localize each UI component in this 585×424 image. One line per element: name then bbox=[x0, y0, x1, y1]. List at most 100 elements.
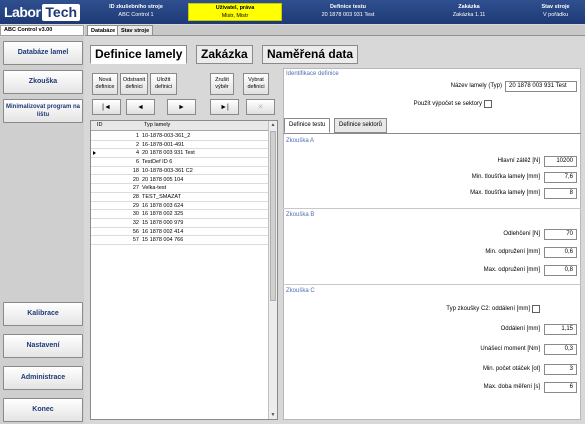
header-order-title: Zakázka bbox=[458, 4, 480, 10]
list-item-id: 27 bbox=[132, 185, 139, 192]
scrollbar-thumb[interactable] bbox=[270, 131, 276, 301]
min-thickness-input[interactable]: 7,6 bbox=[544, 172, 577, 183]
nav-minimize-button[interactable]: Minimalizovat program na lištu bbox=[3, 99, 83, 123]
header-machine-status: Stav stroje V pořádku bbox=[528, 3, 583, 21]
header-test-definition: Definice testu 20 1878 003 931 Test bbox=[286, 3, 410, 21]
use-sectors-checkbox[interactable] bbox=[484, 100, 492, 108]
header-order-value: Zakázka 1.11 bbox=[452, 12, 486, 18]
nav-exit-button[interactable]: Konec bbox=[3, 398, 83, 422]
list-item[interactable]: 30 16 1878 002 325 bbox=[91, 210, 268, 219]
logo-labor-text: Labor bbox=[4, 4, 41, 20]
list-item[interactable]: 20 20 1878 005 104 bbox=[91, 176, 268, 185]
first-record-button[interactable]: |◄ bbox=[92, 99, 121, 115]
max-measure-time-input[interactable]: 6 bbox=[544, 382, 577, 393]
test-a-title: Zkouška A bbox=[286, 138, 315, 144]
main-load-label: Hlavní zátěž [N] bbox=[497, 158, 540, 164]
max-spring-input[interactable]: 0,8 bbox=[544, 265, 577, 276]
test-c2-type-checkbox[interactable] bbox=[532, 305, 540, 313]
list-item-id: 28 bbox=[132, 193, 139, 200]
list-item-type: TEST_SMAZAT bbox=[142, 193, 182, 200]
next-record-button[interactable]: ► bbox=[167, 99, 196, 115]
app-header: Labor Tech ID zkušebního stroje ABC Cont… bbox=[0, 0, 585, 24]
main-load-input[interactable]: 10200 bbox=[544, 156, 577, 167]
group-separator bbox=[283, 208, 581, 209]
header-machine-status-title: Stav stroje bbox=[541, 4, 570, 10]
list-item-id: 32 bbox=[132, 220, 139, 226]
list-header: ID Typ lamely bbox=[91, 121, 277, 131]
last-record-button[interactable]: ►| bbox=[210, 99, 239, 115]
list-item-type: 16 1878 002 325 bbox=[142, 211, 184, 218]
list-item-type: 16 1878 003 624 bbox=[142, 202, 184, 209]
min-spring-input[interactable]: 0,6 bbox=[544, 247, 577, 258]
list-item[interactable]: 28 TEST_SMAZAT bbox=[91, 193, 268, 202]
list-item-type: 16-1878-001-491 bbox=[142, 141, 185, 148]
separation-label: Oddálení [mm] bbox=[500, 326, 540, 332]
tab-machine-status[interactable]: Stav stroje bbox=[117, 25, 154, 36]
list-item-id: 2 bbox=[135, 141, 139, 148]
list-item-type: TestDef ID 6 bbox=[142, 159, 173, 166]
tab-order[interactable]: Zakázka bbox=[196, 45, 253, 64]
test-c2-type-label: Typ zkoušky C2: oddálení [mm] bbox=[446, 306, 530, 312]
previous-record-button[interactable]: ◄ bbox=[126, 99, 155, 115]
list-item[interactable]: 57 15 1878 004 766 bbox=[91, 236, 268, 246]
list-item-type: 10-1878-003-361 C2 bbox=[142, 167, 193, 174]
list-item-type: 16 1878 002 414 bbox=[142, 228, 184, 235]
list-item-id: 30 bbox=[132, 211, 139, 218]
list-item[interactable]: 1 10-1878-003-361_2 bbox=[91, 132, 268, 141]
list-item-type: Velka-test bbox=[142, 185, 167, 192]
list-item[interactable]: 27 Velka-test bbox=[91, 184, 268, 193]
blade-name-input[interactable]: 20 1878 003 931 Test bbox=[505, 81, 577, 92]
blade-definition-list[interactable]: ID Typ lamely 1 10-1878-003-361_2 2 16-1878… bbox=[90, 120, 278, 420]
separation-input[interactable]: 1,15 bbox=[544, 324, 577, 335]
nav-test-button[interactable]: Zkouška bbox=[3, 70, 83, 94]
tab-database[interactable]: Databáze bbox=[87, 25, 120, 36]
list-item[interactable]: 29 16 1878 003 624 bbox=[91, 202, 268, 211]
min-thickness-label: Min. tloušťka lamely [mm] bbox=[471, 174, 540, 180]
tab-blade-definition[interactable]: Definice lamely bbox=[90, 45, 188, 64]
header-test-definition-title: Definice testu bbox=[329, 4, 367, 10]
nav-blade-database-button[interactable]: Databáze lamel bbox=[3, 41, 83, 65]
cancel-record-button[interactable]: ✕ bbox=[246, 99, 275, 115]
list-item[interactable]: 18 10-1878-003-361 C2 bbox=[91, 167, 268, 176]
max-measure-time-label: Max. doba měření [s] bbox=[483, 384, 540, 390]
list-item-id: 4 bbox=[135, 150, 139, 157]
tab-measured-data[interactable]: Naměřená data bbox=[262, 45, 359, 64]
header-user-title: Uživatel, práva bbox=[215, 5, 255, 11]
relief-input[interactable]: 70 bbox=[544, 229, 577, 240]
header-user: Uživatel, práva Mistr, Mistr bbox=[188, 3, 282, 21]
list-item-type: 10-1878-003-361_2 bbox=[142, 133, 191, 139]
tab-sector-definition[interactable]: Definice sektorů bbox=[334, 118, 388, 133]
save-definition-button[interactable]: Uložit definici bbox=[150, 73, 177, 95]
list-scrollbar[interactable]: ▲ ▼ bbox=[268, 121, 277, 419]
top-tab-bar: Databáze Stav stroje bbox=[85, 25, 585, 36]
drive-torque-label: Unášecí moment [Nm] bbox=[480, 346, 540, 352]
tab-test-definition[interactable]: Definice testu bbox=[284, 118, 331, 133]
nav-settings-button[interactable]: Nastavení bbox=[3, 334, 83, 358]
list-item[interactable]: 4 20 1878 003 931 Test bbox=[91, 149, 268, 159]
scroll-up-icon[interactable]: ▲ bbox=[270, 121, 276, 129]
list-item-id: 56 bbox=[132, 228, 139, 235]
delete-definition-button[interactable]: Odstranit definici bbox=[120, 73, 148, 95]
max-thickness-label: Max. tloušťka lamely [mm] bbox=[470, 190, 540, 196]
group-separator bbox=[283, 284, 581, 285]
select-definition-button[interactable]: Vybrat definici bbox=[243, 73, 269, 95]
drive-torque-input[interactable]: 0,3 bbox=[544, 344, 577, 355]
clear-selection-button[interactable]: Zrušit výběr bbox=[210, 73, 234, 95]
list-item[interactable]: 56 16 1878 002 414 bbox=[91, 228, 268, 237]
list-item[interactable]: 2 16-1878-001-491 bbox=[91, 141, 268, 150]
min-revolutions-input[interactable]: 3 bbox=[544, 364, 577, 375]
logo-tech-text: Tech bbox=[42, 3, 81, 21]
nav-calibration-button[interactable]: Kalibrace bbox=[3, 302, 83, 326]
subtab-divider bbox=[283, 133, 581, 134]
scroll-down-icon[interactable]: ▼ bbox=[270, 411, 276, 419]
labortech-logo: Labor Tech bbox=[4, 3, 81, 21]
list-item-id: 1 bbox=[135, 133, 139, 139]
nav-administration-button[interactable]: Administrace bbox=[3, 366, 83, 390]
column-header-id: ID bbox=[97, 122, 103, 128]
identification-group-title: Identifikace definice bbox=[286, 71, 339, 77]
new-definition-button[interactable]: Nová definice bbox=[92, 73, 118, 95]
min-spring-label: Min. odpružení [mm] bbox=[485, 249, 540, 255]
list-item[interactable]: 6 TestDef ID 6 bbox=[91, 158, 268, 167]
list-item[interactable]: 32 15 1878 000 979 bbox=[91, 219, 268, 228]
max-thickness-input[interactable]: 8 bbox=[544, 188, 577, 199]
